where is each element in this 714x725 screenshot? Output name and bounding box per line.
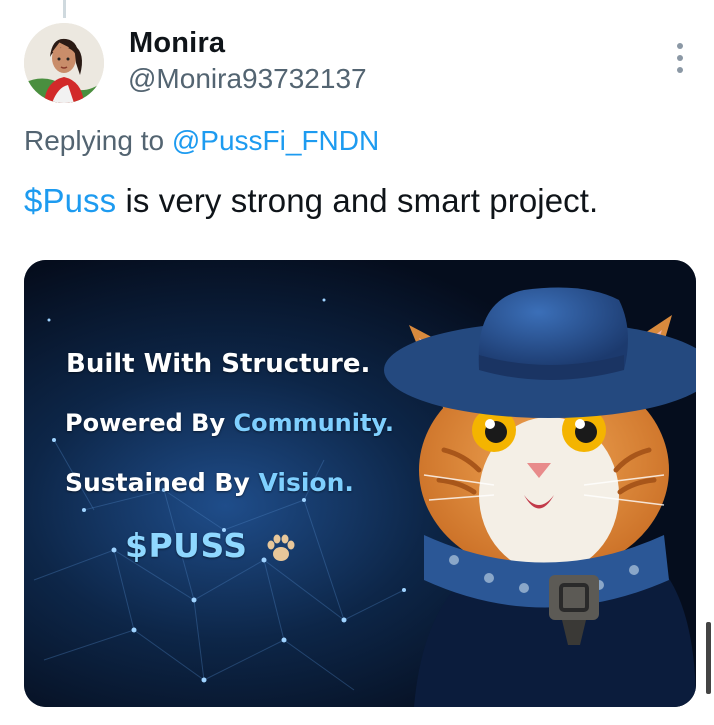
avatar[interactable] [24, 23, 104, 103]
author-display-name[interactable]: Monira [129, 27, 225, 60]
reply-context: Replying to @PussFi_FNDN [24, 125, 379, 157]
media-line-structure: Built With Structure. [66, 349, 371, 379]
paw-icon [267, 534, 294, 561]
tweet-body: is very strong and smart project. [116, 182, 599, 219]
ticker-text: $PUSS [125, 526, 248, 565]
avatar-image [24, 23, 104, 103]
media-line-community: Powered By Community. [65, 409, 395, 437]
cashtag-link[interactable]: $Puss [24, 182, 116, 219]
scrollbar[interactable] [706, 622, 711, 694]
reply-prefix: Replying to [24, 125, 172, 156]
media-ticker: $PUSS [125, 526, 298, 565]
tweet-text: $Puss is very strong and smart project. [24, 182, 598, 220]
tweet-media-image[interactable]: Built With Structure. Powered By Communi… [24, 260, 696, 707]
media-line-vision: Sustained By Vision. [65, 468, 354, 497]
author-handle[interactable]: @Monira93732137 [128, 63, 367, 95]
more-options-icon[interactable] [671, 43, 689, 73]
thread-connector-line [63, 0, 66, 18]
reply-mention-link[interactable]: @PussFi_FNDN [172, 125, 379, 156]
